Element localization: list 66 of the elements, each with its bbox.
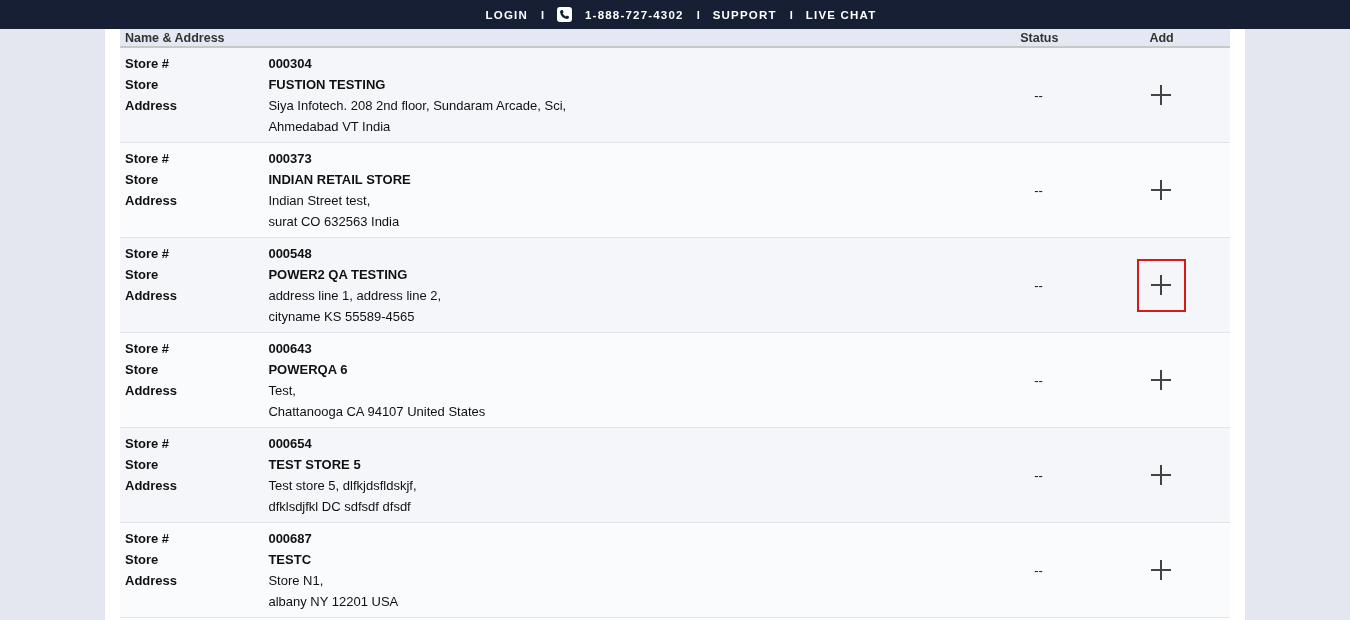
plus-icon — [1150, 179, 1173, 201]
nav-link[interactable]: LIVE CHAT — [805, 8, 877, 21]
store-number: 000687 — [268, 530, 313, 548]
store-number: 000654 — [268, 435, 313, 453]
field-label: Store # — [125, 245, 171, 263]
nav-link[interactable]: SUPPORT — [712, 8, 777, 21]
field-label: Store — [125, 266, 160, 284]
address-line: dfklsdjfkl DC sdfsdf dfsdf — [268, 498, 412, 516]
store-name: POWERQA 6 — [268, 361, 349, 379]
address-line: albany NY 12201 USA — [268, 593, 400, 611]
separator: I — [696, 8, 700, 21]
store-name: TESTC — [268, 551, 313, 569]
add-button[interactable] — [1136, 258, 1186, 312]
status-text: -- — [1034, 87, 1043, 103]
status-text: -- — [1034, 182, 1043, 198]
store-number: 000643 — [268, 340, 313, 358]
address-line: Store N1, — [268, 572, 325, 590]
separator: I — [789, 8, 793, 21]
address-line: Chattanooga CA 94107 United States — [268, 403, 487, 421]
field-label: Address — [125, 477, 179, 495]
plus-icon — [1150, 464, 1173, 486]
column-header: Name & Address — [124, 30, 226, 45]
plus-icon — [1150, 274, 1173, 296]
field-label: Store # — [125, 150, 171, 168]
address-line: address line 1, address line 2, — [268, 287, 443, 305]
field-label: Store # — [125, 55, 171, 73]
field-label: Store — [125, 551, 160, 569]
field-label: Store — [125, 361, 160, 379]
column-header: Add — [1148, 30, 1175, 45]
store-name: FUSTION TESTING — [268, 76, 387, 94]
field-label: Address — [125, 382, 179, 400]
status-text: -- — [1034, 372, 1043, 388]
address-line: cityname KS 55589-4565 — [268, 308, 416, 326]
field-label: Store — [125, 76, 160, 94]
column-header: Status — [1019, 30, 1060, 45]
address-line: Test, — [268, 382, 297, 400]
plus-icon — [1150, 559, 1173, 581]
address-line: Ahmedabad VT India — [268, 118, 392, 136]
store-name: INDIAN RETAIL STORE — [268, 171, 412, 189]
field-label: Store # — [125, 340, 171, 358]
status-text: -- — [1034, 467, 1043, 483]
field-label: Store # — [125, 435, 171, 453]
address-line: Test store 5, dlfkjdsfldskjf, — [268, 477, 418, 495]
field-label: Address — [125, 572, 179, 590]
field-label: Address — [125, 192, 179, 210]
plus-icon — [1150, 84, 1173, 106]
address-line: Siya Infotech. 208 2nd floor, Sundaram Arcade, Sci, — [268, 97, 568, 115]
store-number: 000304 — [268, 55, 313, 73]
plus-icon — [1150, 369, 1173, 391]
address-line: Indian Street test, — [268, 192, 372, 210]
field-label: Address — [125, 97, 179, 115]
store-name: TEST STORE 5 — [268, 456, 362, 474]
address-line: surat CO 632563 India — [268, 213, 401, 231]
phone-link[interactable]: 1-888-727-4302 — [585, 8, 684, 21]
field-label: Store — [125, 456, 160, 474]
field-label: Store — [125, 171, 160, 189]
phone-icon — [557, 7, 572, 22]
nav-link[interactable]: LOGIN — [485, 8, 528, 21]
separator: I — [540, 8, 544, 21]
store-number: 000548 — [268, 245, 313, 263]
status-text: -- — [1034, 562, 1043, 578]
status-text: -- — [1034, 277, 1043, 293]
field-label: Store # — [125, 530, 171, 548]
store-name: POWER2 QA TESTING — [268, 266, 409, 284]
field-label: Address — [125, 287, 179, 305]
store-number: 000373 — [268, 150, 313, 168]
